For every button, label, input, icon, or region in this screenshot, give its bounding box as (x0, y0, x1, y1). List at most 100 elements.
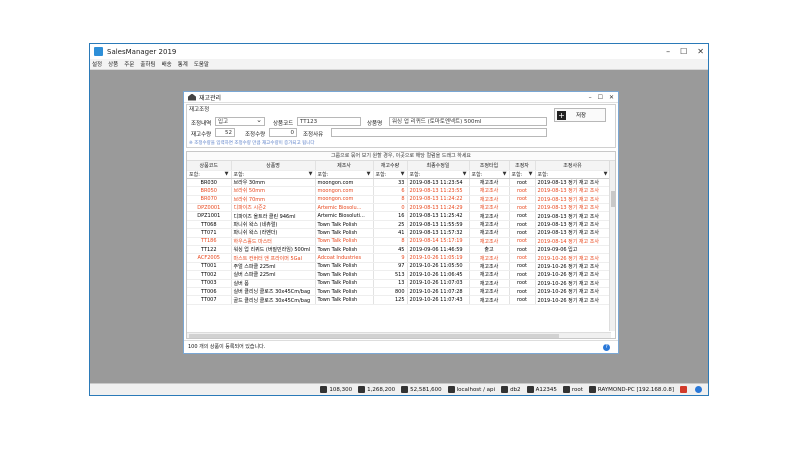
cell-name: 실버 클리닝 클로즈 30x45Cm/bag (231, 287, 316, 297)
stat-help[interactable] (695, 386, 704, 393)
table-row[interactable]: TT122 워싱 업 리퀴드 (버질민라임) 500ml Town Talk Pol… (187, 245, 611, 255)
alert-icon[interactable] (680, 386, 687, 393)
cell-name: 디파이즈 올트라 클린 946ml (231, 211, 316, 221)
cell-maker: Town Talk Polish (315, 295, 374, 305)
scroll-thumb[interactable] (611, 191, 615, 207)
col-header-user[interactable]: 조정자 (509, 161, 536, 171)
child-maximize-icon[interactable]: ☐ (598, 94, 603, 101)
cell-name: 실버 스파클 225ml (231, 270, 316, 280)
help-icon[interactable]: ? (603, 344, 610, 351)
table-row[interactable]: TT068 파니쉬 왁스 (네츄럴) Town Talk Polish 25 2019-… (187, 220, 611, 230)
table-row[interactable]: TT002 실버 스파클 225ml Town Talk Polish 513 2019… (187, 270, 611, 280)
table-row[interactable]: BR050 브라쉬 50mm moongon.com 6 2019-08-13 11:2… (187, 186, 611, 196)
menu-item-stats[interactable]: 통계 (178, 60, 188, 68)
col-header-maker[interactable]: 제조사 (315, 161, 374, 171)
cell-date: 2019-08-13 11:23:54 (407, 178, 470, 188)
cell-date: 2019-10-26 11:05:50 (407, 262, 470, 272)
cell-user: root (509, 262, 536, 272)
cell-reason: 2019-08-13 정기 재고 조사 (535, 228, 611, 238)
type-select[interactable]: 입고 (215, 116, 265, 126)
table-row[interactable]: TT006 실버 클리닝 클로즈 30x45Cm/bag Town Talk Pol… (187, 287, 611, 297)
filter-cell[interactable]: 포함: ▼ (469, 170, 510, 179)
filter-cell[interactable]: 포함: ▼ (231, 170, 316, 179)
child-close-icon[interactable]: ✕ (609, 94, 614, 101)
child-minimize-icon[interactable]: – (589, 94, 592, 101)
calendar-icon (358, 386, 366, 393)
table-row[interactable]: BR030 브라우 30mm moongon.com 33 2019-08-13 11:… (187, 178, 611, 188)
reason-input[interactable] (331, 128, 547, 137)
cell-date: 2019-10-26 11:07:03 (407, 279, 470, 288)
col-header-code[interactable]: 상품코드 (187, 161, 232, 171)
menu-item-products[interactable]: 상품 (108, 60, 118, 68)
cell-reason: 2019-10-26 정기 재고 조사 (535, 253, 611, 263)
name-label: 상품명 (367, 121, 383, 127)
minimize-icon[interactable]: – (666, 47, 670, 56)
save-button-label: 저장 (576, 113, 587, 119)
adjust-input[interactable]: 0 (269, 128, 297, 137)
filter-cell[interactable]: 포함: ▼ (315, 170, 374, 179)
vertical-scrollbar[interactable] (609, 161, 615, 331)
table-row[interactable]: TT003 실버 폼 Town Talk Polish 13 2019-10-26 11… (187, 279, 611, 288)
table-row[interactable]: TT001 주얼 스파클 225ml Town Talk Polish 97 2019-… (187, 262, 611, 272)
maximize-icon[interactable]: ☐ (680, 47, 687, 56)
cell-reason: 2019-08-13 정기 재고 조사 (535, 178, 611, 188)
cell-maker: Artemic Biosolu... (315, 203, 374, 213)
table-row[interactable]: TT186 하우스홀드 마스터 Town Talk Polish 8 2019-08-1… (187, 237, 611, 247)
horizontal-scrollbar[interactable] (187, 332, 611, 338)
adjust-label: 조정수량 (245, 132, 266, 138)
menu-item-settings[interactable]: 설정 (92, 60, 102, 68)
cell-code: DPZ1001 (187, 211, 232, 221)
close-icon[interactable]: ✕ (697, 47, 704, 56)
filter-cell[interactable]: 포함: ▼ (187, 170, 232, 179)
cell-user: root (509, 228, 536, 238)
filter-icon: ▼ (308, 170, 313, 177)
help-icon[interactable] (695, 386, 702, 393)
cell-user: root (509, 287, 536, 297)
table-row[interactable]: BR070 브라쉬 70mm moongon.com 8 2019-08-13 11:2… (187, 195, 611, 205)
app-title: SalesManager 2019 (107, 47, 177, 56)
col-header-type[interactable]: 조정타입 (469, 161, 510, 171)
cell-maker: Artemic Biosoluti... (315, 211, 374, 221)
filter-cell[interactable]: 포함: ▼ (407, 170, 470, 179)
hscroll-thumb[interactable] (189, 334, 559, 338)
cell-code: TT068 (187, 220, 232, 230)
stat-yearly: 52,581,600 (401, 386, 442, 393)
table-row[interactable]: TT071 파니쉬 왁스 (라벤더) Town Talk Polish 41 2019-… (187, 228, 611, 238)
cell-reason: 2019-08-13 정기 재고 조사 (535, 186, 611, 196)
menu-item-delivery[interactable]: 배송 (162, 60, 172, 68)
cell-date: 2019-09-06 11:46:59 (407, 245, 470, 255)
stat-alert[interactable] (680, 386, 689, 393)
menu-item-help[interactable]: 도움말 (194, 60, 209, 68)
adjust-note: ※ 조정수량을 입력하면 조정수량 만큼 재고수량이 증가되고 됩니다 (189, 141, 315, 146)
col-header-qty[interactable]: 재고수량 (373, 161, 408, 171)
cell-code: ACF2005 (187, 253, 232, 263)
col-header-date[interactable]: 최종수정일 (407, 161, 470, 171)
table-row[interactable]: DPZ0001 디파이즈 시즌2 Artemic Biosolu... 0 2019-0… (187, 203, 611, 213)
menu-item-orders[interactable]: 주문 (124, 60, 134, 68)
table-row[interactable]: TT007 골드 클리닝 클로즈 30x45Cm/bag Town Talk Pol… (187, 295, 611, 305)
table-row[interactable]: DPZ1001 디파이즈 올트라 클린 946ml Artemic Biosolut… (187, 211, 611, 221)
col-header-name[interactable]: 상품명 (231, 161, 316, 171)
cell-name: 마스트 컨버터 앤 프라이머 5Gal (231, 253, 316, 263)
calendar-icon (320, 386, 328, 393)
cell-type: 재고조사 (469, 295, 510, 305)
group-drop-area[interactable]: 그룹으로 묶어 보기 원할 경우, 이곳으로 해당 컬럼을 드래그 하세요 (187, 152, 615, 161)
code-input[interactable]: TT123 (297, 117, 361, 126)
save-button[interactable]: + 저장 (554, 108, 606, 122)
filter-cell[interactable]: 포함: ▼ (509, 170, 536, 179)
home-icon (188, 93, 196, 101)
user-icon (562, 386, 570, 393)
name-input[interactable]: 워싱 업 리퀴드 (토마토엔넥트) 500ml (389, 117, 547, 126)
cell-user: root (509, 295, 536, 305)
cell-reason: 2019-08-13 정기 재고 조사 (535, 220, 611, 230)
computer-icon (588, 386, 596, 393)
table-row[interactable]: ACF2005 마스트 컨버터 앤 프라이머 5Gal Adcoat Industr… (187, 253, 611, 263)
cell-reason: 2019-10-26 정기 재고 조사 (535, 287, 611, 297)
col-header-reason[interactable]: 조정사유 (535, 161, 611, 171)
cell-code: TT007 (187, 295, 232, 305)
cell-maker: moongon.com (315, 195, 374, 205)
menu-item-shipping-team[interactable]: 출하팀 (140, 60, 155, 68)
filter-cell[interactable]: 포함: ▼ (373, 170, 408, 179)
stat-user: root (562, 386, 583, 393)
filter-cell[interactable]: 포함: ▼ (535, 170, 611, 179)
